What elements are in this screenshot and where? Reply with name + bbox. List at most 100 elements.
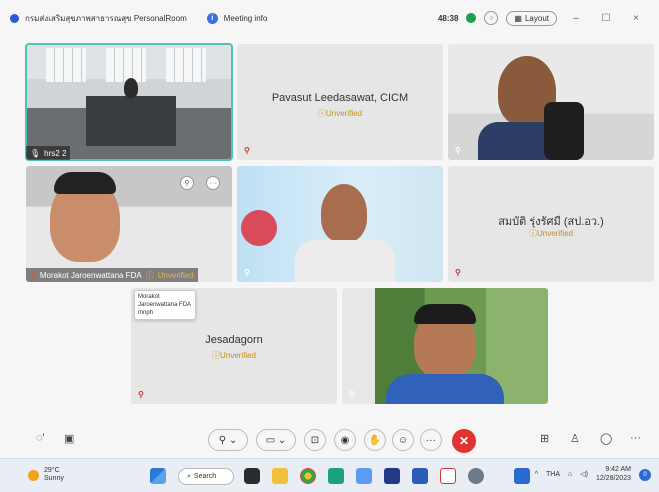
room-window — [106, 48, 146, 82]
mic-icon: ⚲ — [349, 390, 355, 399]
app-icon[interactable] — [328, 468, 344, 484]
meeting-controls: ◌' ▣ ⚲ ⌄ ▭ ⌄ ⊡ ◉ ✋ ☺ ··· ✕ ⊞ ♙ ◯ ··· — [0, 424, 659, 458]
webex-active-icon[interactable] — [514, 468, 530, 484]
more-options-icon[interactable]: ··· — [630, 432, 641, 444]
record-button[interactable]: ◉ — [334, 429, 356, 451]
tooltip-line: Morakot — [138, 294, 160, 300]
network-icon[interactable]: ⌂ — [568, 471, 572, 478]
video-tile-pavasut[interactable]: Pavasut Leedasawat, CICM ⓘUnverified ⚲ — [237, 44, 443, 160]
system-tray: ^ THA ⌂ ◁) 9:42 AM 12/28/2023 — [535, 465, 631, 483]
notification-badge[interactable]: 0 — [639, 469, 651, 481]
participant-name: Pavasut Leedasawat, CICM — [271, 92, 409, 104]
end-call-icon: ✕ — [458, 434, 470, 448]
chevron-down-icon: ⌄ — [228, 434, 238, 446]
room-title: กรมส่งเสริมสุขภาพสาธารณสุข PersonalRoom — [25, 13, 187, 23]
unverified-badge: ⓘUnverified — [131, 350, 337, 361]
taskbar-search[interactable]: ⌕ Search — [178, 468, 234, 485]
unverified-text: Unverified — [219, 351, 256, 360]
clock[interactable]: 9:42 AM 12/28/2023 — [596, 465, 631, 483]
sun-icon — [28, 469, 39, 481]
tooltip-line: mnph — [138, 310, 154, 316]
unverified-text: Unverified — [325, 109, 362, 118]
camera-icon: ▭ — [265, 434, 276, 446]
participant-tooltip: Morakot Jaroenwattana FDA mnph — [134, 290, 196, 320]
search-icon: ⌕ — [187, 472, 191, 480]
weather-desc: Sunny — [44, 475, 64, 482]
end-call-button[interactable]: ✕ — [452, 429, 476, 453]
tooltip-line: Jaroenwattana FDA — [138, 302, 192, 308]
minimize-button[interactable]: – — [565, 13, 587, 24]
reactions-icon: ☺ — [397, 434, 409, 446]
video-tile-participant-8[interactable]: ⚲ — [342, 288, 548, 404]
start-icon[interactable] — [150, 468, 166, 484]
more-options-icon[interactable]: ··· — [206, 176, 220, 190]
app-logo-icon — [10, 13, 19, 23]
meeting-info-link[interactable]: Meeting info — [224, 14, 268, 23]
volume-icon[interactable]: ◁) — [580, 470, 588, 478]
meeting-window: กรมส่งเสริมสุขภาพสาธารณสุข PersonalRoom … — [0, 0, 659, 458]
search-icon[interactable]: ○ — [484, 11, 499, 25]
share-button[interactable]: ⊡ — [304, 429, 326, 451]
app-icon[interactable] — [384, 468, 400, 484]
video-tile-sombat[interactable]: สมบัติ รุ่งรัศมี (สป.อว.) ⓘUnverified ⚲ — [448, 166, 654, 282]
muted-mic-icon: ⚲ — [30, 270, 36, 280]
participant-label: ⚲ Morakot Jaroenwattana FDA ⓘ Unverified — [26, 268, 198, 282]
participant-hair — [54, 172, 116, 194]
chat-icon[interactable]: ◯ — [600, 432, 612, 445]
room-window — [166, 48, 206, 82]
layout-button[interactable]: ▦ Layout — [506, 10, 557, 26]
task-view-icon[interactable] — [244, 468, 260, 484]
participant-video — [124, 78, 138, 98]
reactions-button[interactable]: ☺ — [392, 429, 414, 451]
video-button[interactable]: ▭ ⌄ — [256, 429, 296, 451]
close-button[interactable]: × — [625, 13, 647, 24]
unverified-badge: ⓘUnverified — [448, 228, 654, 239]
muted-mic-icon: ⚲ — [244, 146, 250, 155]
hand-icon: ✋ — [368, 434, 382, 446]
chevron-down-icon: ⌄ — [277, 434, 287, 446]
warning-icon: ⓘ — [145, 270, 154, 280]
info-icon[interactable]: i — [206, 12, 218, 24]
video-tile-hrs22[interactable]: 🎙 hrs2 2 — [25, 43, 233, 161]
mute-participant-icon[interactable]: ⚲ — [180, 176, 194, 190]
weather-widget[interactable]: 29°C Sunny — [28, 467, 64, 483]
clock-date: 12/28/2023 — [595, 475, 631, 482]
file-explorer-icon[interactable] — [272, 468, 288, 484]
layout-label: Layout — [524, 13, 549, 23]
participant-name: Morakot Jaroenwattana FDA — [39, 270, 142, 280]
warning-icon: ⓘ — [211, 351, 220, 360]
chrome-icon[interactable] — [300, 468, 316, 484]
mic-icon: ⚲ — [244, 268, 250, 277]
mute-button[interactable]: ⚲ ⌄ — [208, 429, 248, 451]
title-bar: กรมส่งเสริมสุขภาพสาธารณสุข PersonalRoom … — [0, 0, 659, 36]
video-tile-participant-3[interactable]: ⚲ — [448, 44, 654, 160]
people-icon[interactable]: ♙ — [570, 432, 580, 445]
raise-hand-button[interactable]: ✋ — [364, 429, 386, 451]
mic-icon: ⚲ — [218, 434, 227, 446]
search-label: Search — [193, 473, 217, 480]
app-icon[interactable] — [356, 468, 372, 484]
language-indicator[interactable]: THA — [546, 471, 560, 478]
maximize-button[interactable]: ☐ — [595, 13, 617, 24]
participant-name: Jesadagorn — [205, 334, 263, 346]
emoji-reaction-icon[interactable]: ◌' — [36, 432, 45, 444]
security-shield-icon[interactable] — [466, 13, 477, 23]
muted-mic-icon: ⚲ — [138, 390, 144, 399]
participant-label: 🎙 hrs2 2 — [26, 146, 71, 160]
captions-icon[interactable]: ▣ — [64, 432, 74, 445]
video-tile-participant-5[interactable]: ⚲ — [237, 166, 443, 282]
temperature: 29°C — [44, 467, 60, 474]
settings-icon[interactable] — [468, 468, 484, 484]
room-window — [46, 48, 86, 82]
more-button[interactable]: ··· — [420, 429, 442, 451]
participant-hair — [414, 304, 476, 324]
apps-icon[interactable]: ⊞ — [540, 432, 549, 445]
word-icon[interactable] — [412, 468, 428, 484]
warning-icon: ⓘ — [317, 109, 326, 118]
pdf-icon[interactable] — [440, 468, 456, 484]
chevron-up-icon[interactable]: ^ — [535, 471, 538, 478]
windows-taskbar: 29°C Sunny ⌕ Search ^ THA ⌂ ◁) 9:42 AM 1… — [0, 458, 659, 492]
participant-video — [321, 184, 367, 242]
video-tile-morakot[interactable]: ⚲ ··· ⚲ Morakot Jaroenwattana FDA ⓘ Unver… — [26, 166, 232, 282]
share-icon: ⊡ — [310, 434, 320, 446]
